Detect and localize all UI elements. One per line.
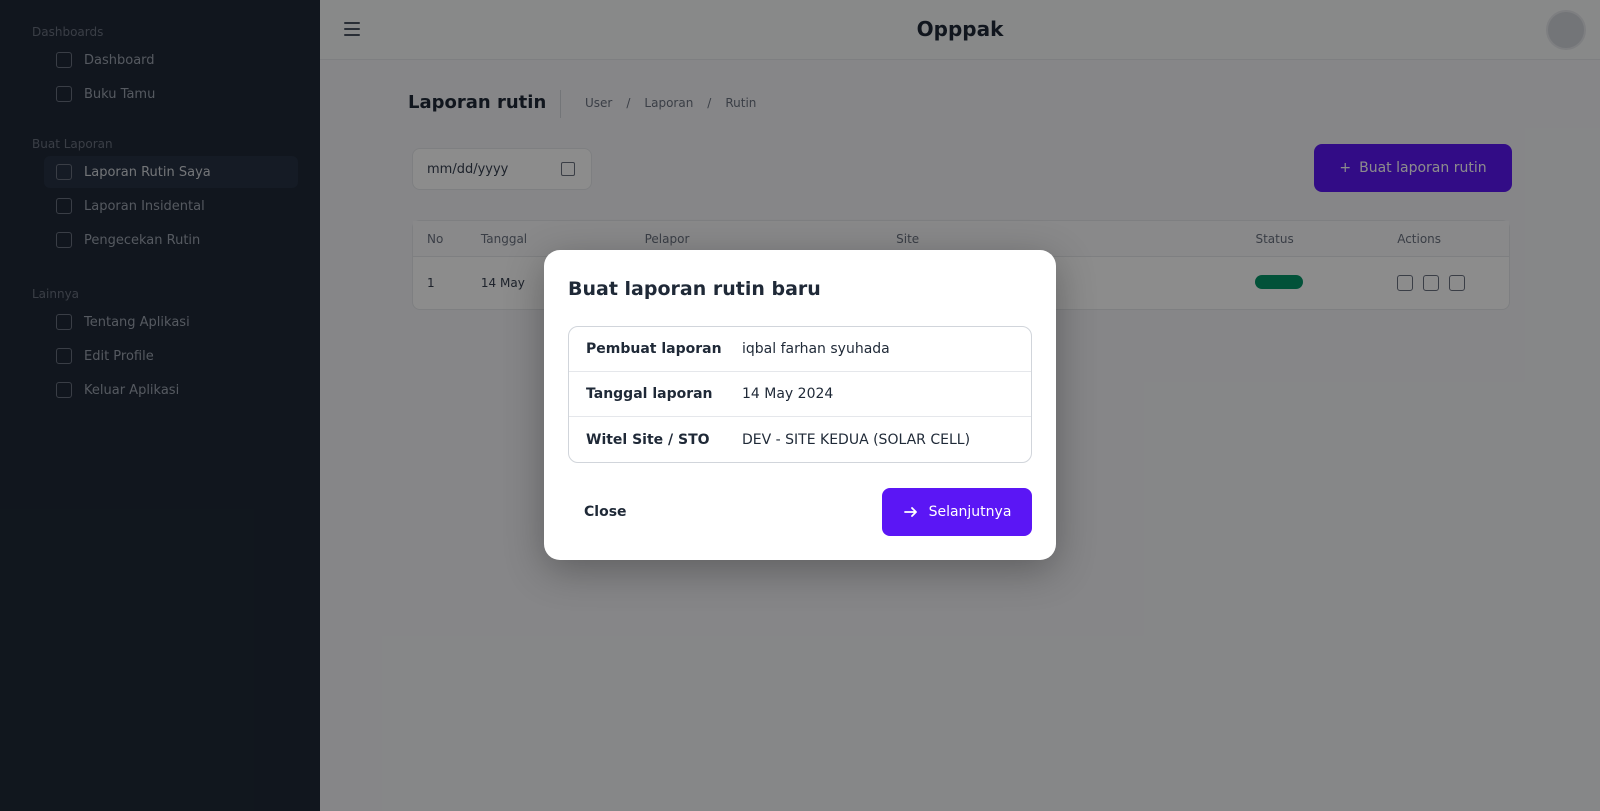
next-button[interactable]: Selanjutnya [882, 488, 1032, 536]
arrow-right-icon [903, 504, 919, 520]
info-label: Tanggal laporan [586, 386, 713, 402]
modal-footer: Close Selanjutnya [568, 488, 1032, 536]
info-value: DEV - SITE KEDUA (SOLAR CELL) [742, 431, 971, 448]
info-row-date: Tanggal laporan 14 May 2024 [569, 372, 1031, 417]
next-button-label: Selanjutnya [928, 504, 1012, 520]
info-row-site: Witel Site / STO DEV - SITE KEDUA (SOLAR… [569, 417, 1031, 462]
modal-title: Buat laporan rutin baru [568, 278, 821, 300]
info-row-reporter: Pembuat laporan iqbal farhan syuhada [569, 327, 1031, 372]
info-value: iqbal farhan syuhada [742, 341, 890, 357]
info-value: 14 May 2024 [742, 386, 834, 402]
info-label: Witel Site / STO [586, 431, 710, 448]
info-label: Pembuat laporan [586, 341, 722, 357]
close-button[interactable]: Close [568, 488, 643, 536]
create-report-modal: Buat laporan rutin baru Pembuat laporan … [544, 250, 1056, 560]
report-info-table: Pembuat laporan iqbal farhan syuhada Tan… [568, 326, 1032, 463]
